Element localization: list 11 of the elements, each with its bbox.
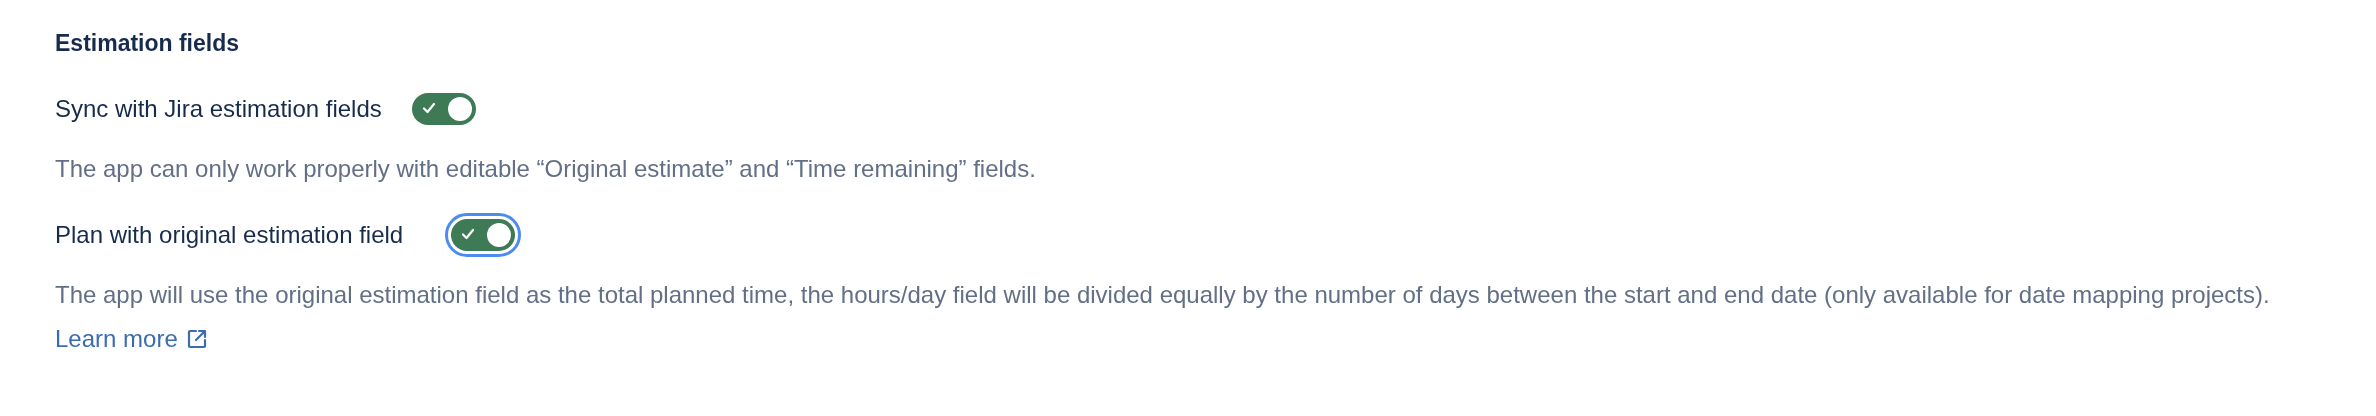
- setting-label: Sync with Jira estimation fields: [55, 93, 382, 124]
- setting-label: Plan with original estimation field: [55, 219, 404, 250]
- toggle-switch[interactable]: [451, 218, 516, 251]
- section-heading: Estimation fields: [55, 29, 241, 58]
- setting-description: The app will use the original estimation field as the total planned time, the hours/day field will be divided equally by the number of days between the start and end date (only available for date mapping projects). Learn more: [55, 279, 2271, 355]
- external-link-icon: [185, 328, 208, 351]
- learn-more-link[interactable]: Learn more: [55, 325, 208, 353]
- setting-description: The app can only work properly with editable “Original estimate” and “Time remaining” fields.: [55, 153, 1037, 184]
- toggle-switch[interactable]: [411, 92, 476, 125]
- check-icon: [421, 101, 436, 114]
- check-icon: [461, 227, 476, 240]
